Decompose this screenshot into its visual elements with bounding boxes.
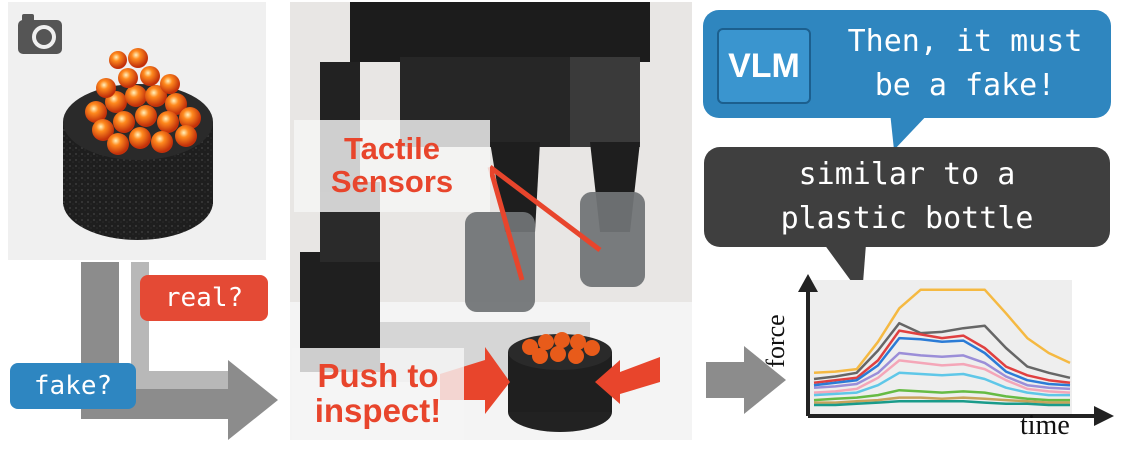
tactile-description-line2: plastic bottle [780, 201, 1034, 236]
vlm-reply-line2: be a fake! [874, 68, 1056, 103]
tactile-description-bubble: similar to a plastic bottle [704, 147, 1110, 247]
force-chart: force time [758, 270, 1128, 466]
tactile-description-line1: similar to a [798, 157, 1016, 192]
tactile-sensors-label-line2: Sensors [330, 164, 454, 199]
tactile-sensors-label: Tactile Sensors [294, 120, 490, 212]
real-query-tag: real? [140, 275, 268, 321]
fake-query-label: fake? [33, 371, 113, 401]
tactile-sensors-label-line1: Tactile [344, 131, 440, 167]
vlm-logo-text: VLM [728, 46, 800, 85]
push-to-inspect-label: Push to inspect! [292, 348, 464, 440]
x-axis-label: time [1020, 410, 1070, 441]
vlm-reply-bubble: VLM Then, it must be a fake! [703, 10, 1111, 118]
vlm-logo: VLM [717, 28, 811, 104]
robot-to-graph-arrow [706, 362, 746, 398]
vlm-reply-line1: Then, it must [847, 24, 1083, 59]
y-axis-label: force [761, 314, 790, 368]
x-axis-arrowhead [1094, 406, 1114, 426]
robot-photo: Tactile Sensors Push to inspect! [290, 2, 692, 440]
push-to-inspect-line1: Push to [317, 357, 439, 395]
real-query-label: real? [164, 283, 244, 313]
force-chart-svg [798, 274, 1114, 426]
push-to-inspect-line2: inspect! [314, 392, 442, 429]
vlm-bubble-tail [890, 112, 930, 150]
fake-query-tag: fake? [10, 363, 136, 409]
